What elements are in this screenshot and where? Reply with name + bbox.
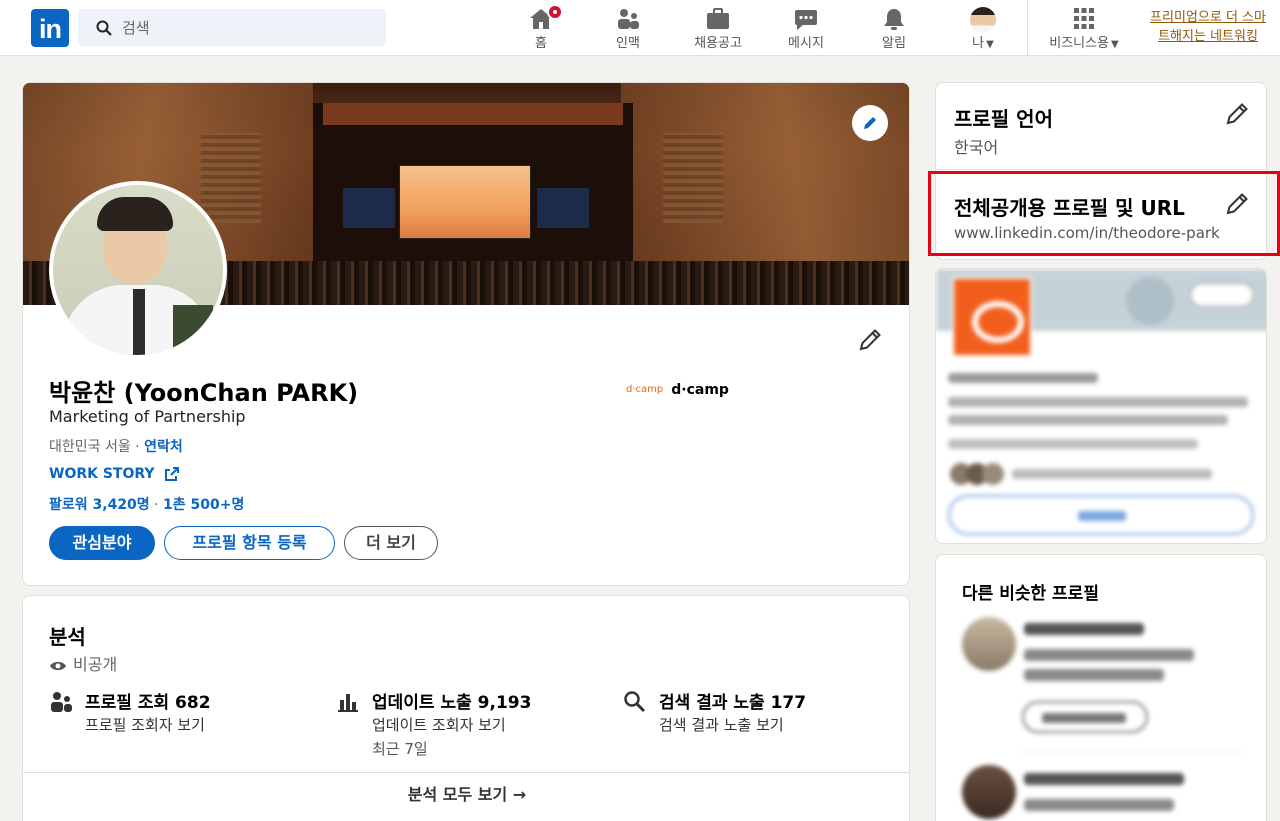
stat-subtitle: 업데이트 조회자 보기 xyxy=(372,716,506,734)
followers-connections: 팔로워 3,420명 · 1촌 500+명 xyxy=(49,497,245,513)
nav-jobs[interactable]: 채용공고 xyxy=(683,0,753,56)
chevron-down-icon: ▼ xyxy=(1111,39,1119,50)
stat-subtitle: 프로필 조회자 보기 xyxy=(85,716,205,734)
sponsored-ad-card[interactable] xyxy=(935,268,1267,544)
grid-apps-icon xyxy=(1071,7,1097,31)
post-impressions-stat[interactable]: 업데이트 노출 9,193 업데이트 조회자 보기 최근 7일 xyxy=(336,688,606,768)
connections-link[interactable]: 1촌 500+명 xyxy=(163,497,244,513)
company-logo: d·camp xyxy=(626,384,664,395)
notification-badge xyxy=(547,4,563,20)
company-name: d·camp xyxy=(671,381,729,398)
external-link-icon xyxy=(164,466,180,482)
nav-messaging[interactable]: 메시지 xyxy=(777,0,835,56)
similar-profiles-card: 다른 비슷한 프로필 xyxy=(935,554,1267,821)
top-navigation-bar: in 홈 인맥 채용공고 메시지 알림 xyxy=(0,0,1280,56)
contact-info-link[interactable]: 연락처 xyxy=(144,439,183,455)
bell-icon xyxy=(881,7,907,31)
jobs-icon xyxy=(705,7,731,31)
nav-home-label: 홈 xyxy=(535,36,547,51)
connect-button[interactable] xyxy=(1022,701,1148,733)
premium-line-2: 트해지는 네트워킹 xyxy=(1158,29,1258,44)
premium-upsell-link[interactable]: 프리미엄으로 더 스마 트해지는 네트워킹 xyxy=(1138,8,1278,46)
profile-language-title: 프로필 언어 xyxy=(954,107,1053,131)
nav-divider xyxy=(1027,0,1028,56)
ad-logo xyxy=(952,277,1032,357)
search-icon xyxy=(96,20,112,36)
private-indicator: 비공개 xyxy=(49,651,117,675)
similar-profile-avatar[interactable] xyxy=(962,765,1016,819)
nav-home[interactable]: 홈 xyxy=(513,0,569,56)
profile-views-stat[interactable]: 프로필 조회 682 프로필 조회자 보기 xyxy=(49,688,319,768)
nav-messaging-label: 메시지 xyxy=(788,36,824,51)
pencil-icon xyxy=(864,117,876,129)
stat-subtitle: 검색 결과 노출 보기 xyxy=(659,716,784,734)
profile-card: 박윤찬 (YoonChan PARK) Marketing of Partner… xyxy=(22,82,910,586)
search-appearances-stat[interactable]: 검색 결과 노출 177 검색 결과 노출 보기 xyxy=(623,688,893,768)
website-link[interactable]: WORK STORY xyxy=(49,466,155,482)
profile-language-value: 한국어 xyxy=(954,138,999,157)
search-box[interactable] xyxy=(78,9,386,46)
show-all-analytics-link[interactable]: 분석 모두 보기 → xyxy=(23,772,909,818)
ad-follow-button[interactable] xyxy=(948,495,1254,535)
network-icon xyxy=(615,7,641,31)
linkedin-logo[interactable]: in xyxy=(31,9,69,47)
add-profile-section-button[interactable]: 프로필 항목 등록 xyxy=(164,526,335,560)
nav-network-label: 인맥 xyxy=(616,36,640,51)
nav-notifications[interactable]: 알림 xyxy=(866,0,922,56)
profile-location: 대한민국 서울 · 연락처 xyxy=(49,439,183,455)
stat-title: 검색 결과 노출 177 xyxy=(659,693,807,713)
followers-link[interactable]: 팔로워 3,420명 xyxy=(49,497,150,513)
nav-notifications-label: 알림 xyxy=(882,36,906,51)
search-input[interactable] xyxy=(122,9,372,46)
messaging-icon xyxy=(793,7,819,31)
open-to-button[interactable]: 관심분야 xyxy=(49,526,155,560)
stat-title: 프로필 조회 682 xyxy=(85,693,211,713)
current-company[interactable]: d·camp d·camp xyxy=(626,379,729,398)
nav-business[interactable]: 비즈니스용 ▼ xyxy=(1038,0,1130,56)
nav-network[interactable]: 인맥 xyxy=(600,0,656,56)
highlight-box xyxy=(928,171,1280,256)
nav-me[interactable]: 나 ▼ xyxy=(955,0,1011,56)
profile-photo[interactable] xyxy=(49,181,227,359)
nav-me-label: 나 ▼ xyxy=(972,36,994,51)
divider xyxy=(936,169,1266,170)
similar-profile-avatar[interactable] xyxy=(962,617,1016,671)
nav-jobs-label: 채용공고 xyxy=(694,36,742,51)
edit-intro-pencil-icon[interactable] xyxy=(857,327,883,353)
more-button[interactable]: 더 보기 xyxy=(344,526,438,560)
eye-icon xyxy=(50,661,66,671)
profile-headline: Marketing of Partnership xyxy=(49,407,246,426)
search-icon xyxy=(623,690,647,714)
analytics-card: 분석 비공개 프로필 조회 682 프로필 조회자 보기 업데이트 노출 9,1… xyxy=(22,595,910,821)
similar-profiles-list xyxy=(936,555,1266,821)
premium-line-1: 프리미엄으로 더 스마 xyxy=(1150,10,1266,25)
edit-cover-button[interactable] xyxy=(852,105,888,141)
analytics-title: 분석 xyxy=(49,625,86,649)
edit-language-pencil-icon[interactable] xyxy=(1224,101,1250,127)
chevron-down-icon: ▼ xyxy=(986,39,994,50)
me-avatar xyxy=(970,7,996,33)
people-icon xyxy=(49,690,73,714)
stat-period: 최근 7일 xyxy=(372,740,428,758)
profile-name: 박윤찬 (YoonChan PARK) xyxy=(49,379,359,407)
nav-business-label: 비즈니스용 ▼ xyxy=(1049,36,1119,51)
bar-chart-icon xyxy=(336,690,360,714)
stat-title: 업데이트 노출 9,193 xyxy=(372,693,532,713)
